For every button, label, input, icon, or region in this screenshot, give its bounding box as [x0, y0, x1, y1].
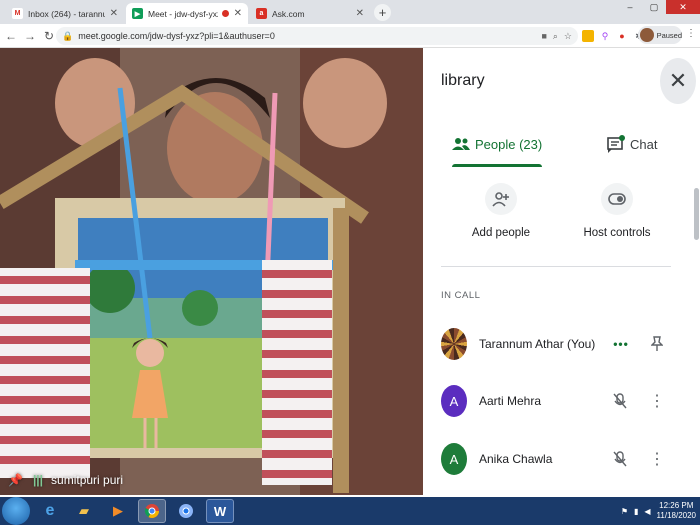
clock-time: 12:26 PM: [659, 501, 694, 510]
mic-off-icon: [611, 450, 629, 468]
people-panel: library ✕ People (23) Chat Add people Ho…: [423, 48, 700, 497]
lock-icon: 🔒: [62, 30, 74, 41]
system-tray: ⚑ ▮ ◀ 12:26 PM 11/18/2020: [621, 497, 696, 525]
camera-icon[interactable]: ■: [541, 31, 546, 41]
participant-name: Aarti Mehra: [479, 394, 542, 408]
word-icon[interactable]: W: [206, 499, 234, 523]
chat-icon: [607, 135, 625, 153]
tab-people-label: People (23): [475, 136, 543, 152]
more-vert-icon[interactable]: ⋮: [648, 450, 666, 468]
divider: [441, 266, 671, 267]
folder-icon[interactable]: ▰: [70, 499, 98, 523]
flag-icon[interactable]: ⚑: [621, 507, 628, 516]
add-people-label: Add people: [471, 227, 531, 239]
tab-label: Ask.com: [272, 8, 305, 19]
left-curtain: [0, 268, 90, 478]
right-curtain: [262, 260, 332, 485]
maximize-icon[interactable]: ▢: [642, 0, 666, 14]
tab-chat[interactable]: Chat: [607, 124, 657, 164]
network-icon[interactable]: ▮: [634, 507, 638, 516]
window-controls: – ▢ ✕: [618, 0, 700, 14]
clock-date: 11/18/2020: [656, 511, 696, 520]
zoom-icon[interactable]: ⌕: [553, 31, 558, 42]
tab-ask[interactable]: a Ask.com ✕: [250, 3, 370, 24]
mic-off-icon: [611, 392, 629, 410]
avatar: A: [441, 443, 467, 475]
browser-tab-bar: M Inbox (264) - tarannum@theindi ✕ ▶ Mee…: [0, 0, 700, 24]
volume-icon[interactable]: ◀: [644, 507, 650, 516]
tab-label: Inbox (264) - tarannum@theindi: [28, 8, 105, 19]
audio-level-icon: |||: [32, 473, 44, 487]
video-feed[interactable]: 📌 ||| sumitpuri puri: [0, 48, 423, 495]
in-call-heading: IN CALL: [441, 290, 481, 301]
host-controls-label: Host controls: [583, 227, 651, 239]
presenter-name: sumitpuri puri: [51, 473, 124, 487]
panel-scrollbar[interactable]: [694, 188, 699, 240]
add-person-icon: [485, 183, 517, 215]
panel-actions: Add people Host controls: [423, 183, 700, 263]
meet-icon: ▶: [132, 8, 143, 19]
participant-row[interactable]: A Anika Chawla ⋮: [423, 439, 700, 479]
close-icon[interactable]: ✕: [110, 8, 118, 19]
avatar: [640, 28, 654, 42]
close-icon[interactable]: ✕: [356, 8, 364, 19]
participant-name: Tarannum Athar (You): [479, 337, 596, 351]
presenter-nameplate: 📌 ||| sumitpuri puri: [8, 473, 123, 487]
toggle-icon: [601, 183, 633, 215]
more-vert-icon[interactable]: ⋮: [648, 392, 666, 410]
star-icon[interactable]: ☆: [564, 31, 572, 42]
minimize-icon[interactable]: –: [618, 0, 642, 14]
new-tab-button[interactable]: +: [374, 4, 391, 21]
participant-name: Anika Chawla: [479, 452, 553, 466]
download-extension-icon[interactable]: [582, 30, 594, 42]
close-icon[interactable]: ✕: [234, 8, 242, 19]
host-controls-button[interactable]: Host controls: [557, 183, 677, 239]
profile-label: Paused: [656, 30, 682, 40]
forward-icon[interactable]: →: [22, 28, 38, 44]
url-text: meet.google.com/jdw-dysf-yxz?pli=1&authu…: [78, 31, 275, 41]
extensions: ⚲ ● ✱: [582, 28, 645, 44]
browser-menu-icon[interactable]: ⋮: [686, 28, 696, 39]
tab-gmail[interactable]: M Inbox (264) - tarannum@theindi ✕: [6, 3, 124, 24]
start-button[interactable]: [2, 497, 30, 525]
profile-button[interactable]: Paused: [638, 26, 682, 44]
panel-title: library: [441, 72, 485, 89]
address-bar-row: ← → ↻ 🔒 meet.google.com/jdw-dysf-yxz?pli…: [0, 24, 700, 48]
tab-label: Meet - jdw-dysf-yxz: [148, 8, 218, 19]
close-panel-button[interactable]: ✕: [660, 58, 696, 104]
panel-tabs: People (23) Chat: [423, 124, 700, 167]
pin-icon[interactable]: 📌: [8, 473, 23, 487]
tab-meet[interactable]: ▶ Meet - jdw-dysf-yxz ✕: [126, 3, 248, 24]
avatar: [441, 328, 467, 360]
video-image: [0, 48, 423, 495]
avatar: A: [441, 385, 467, 417]
media-player-icon[interactable]: ▶: [104, 499, 132, 523]
chrome-icon[interactable]: [138, 499, 166, 523]
recording-icon: [221, 10, 229, 17]
people-icon: [452, 137, 470, 151]
chrome-canary-icon[interactable]: [172, 499, 200, 523]
participant-row[interactable]: Tarannum Athar (You) •••: [423, 324, 700, 364]
back-icon[interactable]: ←: [3, 28, 19, 44]
tab-chat-label: Chat: [630, 136, 658, 152]
clock[interactable]: 12:26 PM 11/18/2020: [657, 501, 696, 521]
add-people-button[interactable]: Add people: [441, 183, 561, 239]
url-bar[interactable]: 🔒 meet.google.com/jdw-dysf-yxz?pli=1&aut…: [56, 27, 578, 45]
gmail-icon: M: [12, 8, 23, 19]
extension-icon[interactable]: ●: [616, 30, 628, 42]
more-dots-icon[interactable]: •••: [612, 335, 630, 353]
reload-icon[interactable]: ↻: [41, 28, 57, 44]
tab-people[interactable]: People (23): [452, 124, 543, 167]
ask-icon: a: [256, 8, 267, 19]
participant-row[interactable]: A Aarti Mehra ⋮: [423, 381, 700, 421]
window-close-icon[interactable]: ✕: [666, 0, 700, 14]
internet-explorer-icon[interactable]: e: [36, 499, 64, 523]
pin-icon[interactable]: [648, 335, 666, 353]
extension-icon[interactable]: ⚲: [599, 30, 611, 42]
taskbar: e ▰ ▶ W ⚑ ▮ ◀ 12:26 PM 11/18/2020: [0, 497, 700, 525]
